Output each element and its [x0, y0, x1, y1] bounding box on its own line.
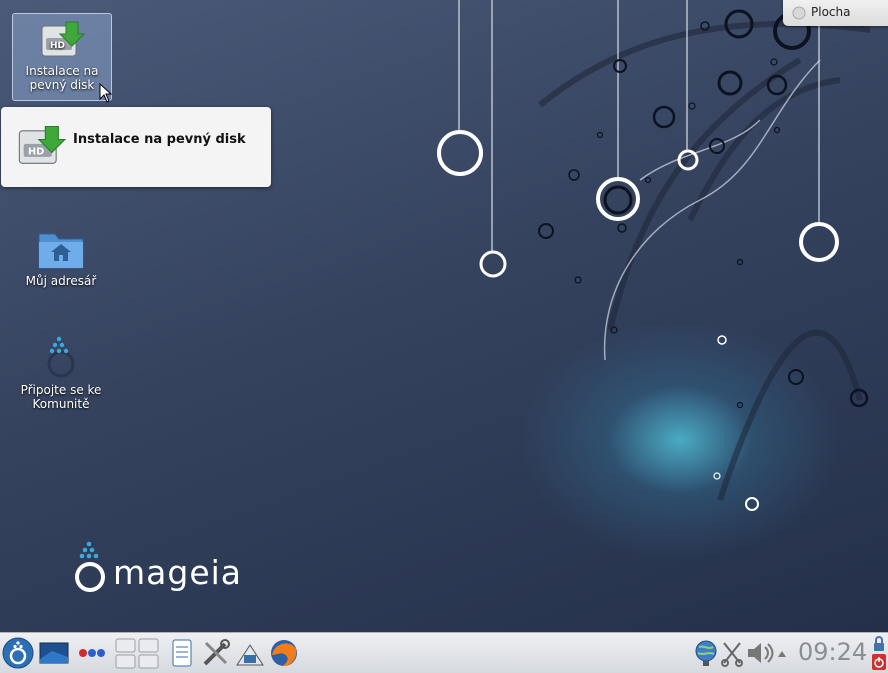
taskbar: 09:24: [0, 632, 888, 673]
mageia-logo-icon: [75, 541, 105, 592]
desktop-icon-install[interactable]: HD Instalace na pevný disk: [12, 13, 112, 101]
icon-label: Komunitě: [32, 397, 90, 411]
cashew-label: Plocha: [811, 5, 851, 19]
tools-icon[interactable]: [200, 637, 232, 669]
tooltip: HD Instalace na pevný disk: [1, 107, 271, 187]
volume-icon[interactable]: [744, 637, 776, 669]
desktop-icon-community[interactable]: Připojte se ke Komunitě: [12, 327, 110, 411]
cursor-icon: [99, 83, 113, 103]
notes-icon[interactable]: [166, 637, 198, 669]
harddisk-install-icon: HD: [41, 21, 86, 57]
cashew-icon: [792, 6, 806, 20]
firefox-icon[interactable]: [268, 637, 300, 669]
desktop[interactable]: HD Instalace na pevný disk HD Instalace …: [0, 0, 888, 632]
expand-tray-icon[interactable]: [774, 637, 790, 669]
tooltip-title: Instalace na pevný disk: [73, 132, 246, 147]
desktop-toolbox-cashew[interactable]: Plocha: [783, 0, 888, 26]
installer-icon[interactable]: [234, 637, 266, 669]
power-icon[interactable]: [872, 654, 886, 670]
desktop-icon[interactable]: [38, 637, 70, 669]
icon-label: Můj adresář: [25, 274, 97, 288]
desktop-icon-home[interactable]: Můj adresář: [12, 222, 110, 292]
svg-text:HD: HD: [50, 41, 65, 51]
lock-icon[interactable]: [872, 636, 886, 652]
harddisk-install-icon: HD: [18, 125, 67, 164]
icon-label: Připojte se ke: [20, 383, 102, 397]
icon-label: pevný disk: [29, 78, 95, 92]
wallpaper: [437, 0, 871, 511]
clock[interactable]: 09:24: [798, 638, 867, 666]
home-folder-icon: [38, 233, 84, 269]
mageia-logo-text: mageia: [113, 553, 243, 592]
svg-text:HD: HD: [28, 147, 44, 158]
community-icon: [47, 336, 75, 378]
activities-icon[interactable]: [76, 637, 108, 669]
pager-icon[interactable]: [114, 637, 160, 669]
icon-label: Instalace na: [25, 64, 99, 78]
mageia-menu-icon[interactable]: [2, 637, 34, 669]
